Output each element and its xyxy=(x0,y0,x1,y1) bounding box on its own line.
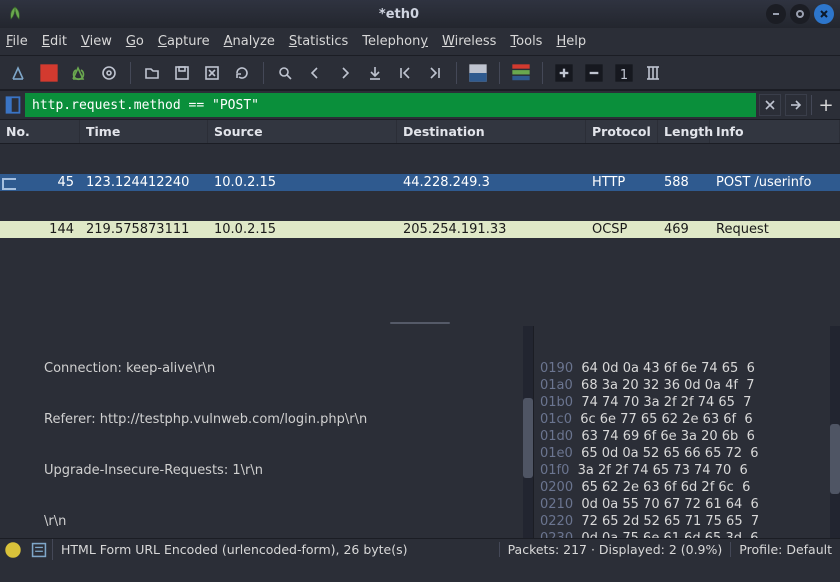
open-file-button[interactable] xyxy=(139,60,165,86)
hex-row[interactable]: 0210 0d 0a 55 70 67 72 61 64 6 xyxy=(540,496,840,513)
detail-line[interactable]: \r\n xyxy=(0,513,533,530)
menu-capture[interactable]: Capture xyxy=(158,34,210,49)
hex-row[interactable]: 01b0 74 74 70 3a 2f 2f 74 65 7 xyxy=(540,394,840,411)
go-to-packet-button[interactable] xyxy=(362,60,388,86)
zoom-out-button[interactable] xyxy=(581,60,607,86)
start-capture-button[interactable] xyxy=(6,60,32,86)
go-last-button[interactable] xyxy=(422,60,448,86)
menu-file[interactable]: File xyxy=(6,34,28,49)
hex-row[interactable]: 0230 0d 0a 75 6e 61 6d 65 3d 6 xyxy=(540,530,840,538)
menubar: File Edit View Go Capture Analyze Statis… xyxy=(0,28,840,56)
status-field-info: HTML Form URL Encoded (urlencoded-form),… xyxy=(52,539,416,560)
app-icon xyxy=(6,5,24,23)
hex-row[interactable]: 0200 65 62 2e 63 6f 6d 2f 6c 6 xyxy=(540,479,840,496)
hex-row[interactable]: 01c0 6c 6e 77 65 62 2e 63 6f 6 xyxy=(540,411,840,428)
detail-line[interactable]: Referer: http://testphp.vulnweb.com/logi… xyxy=(0,411,533,428)
reload-button[interactable] xyxy=(229,60,255,86)
hex-row[interactable]: 01f0 3a 2f 2f 74 65 73 74 70 6 xyxy=(540,462,840,479)
menu-edit[interactable]: Edit xyxy=(42,34,67,49)
display-filter-input[interactable] xyxy=(26,94,755,116)
status-profile[interactable]: Profile: Default xyxy=(730,542,840,557)
details-scrollbar[interactable] xyxy=(523,326,533,538)
add-filter-button[interactable]: + xyxy=(816,95,836,116)
maximize-button[interactable] xyxy=(790,4,810,24)
packet-row[interactable]: 45 123.124412240 10.0.2.15 44.228.249.3 … xyxy=(0,174,840,191)
go-back-button[interactable] xyxy=(302,60,328,86)
hex-row[interactable]: 0190 64 0d 0a 43 6f 6e 74 65 6 xyxy=(540,360,840,377)
col-info[interactable]: Info xyxy=(710,120,840,143)
packet-bytes-pane[interactable]: 0190 64 0d 0a 43 6f 6e 74 65 601a0 68 3a… xyxy=(534,326,840,538)
col-protocol[interactable]: Protocol xyxy=(586,120,658,143)
menu-telephony[interactable]: Telephony xyxy=(362,34,428,49)
find-button[interactable] xyxy=(272,60,298,86)
filter-bar: + xyxy=(0,90,840,120)
save-button[interactable] xyxy=(169,60,195,86)
capture-file-icon[interactable] xyxy=(30,541,48,559)
bookmark-icon[interactable] xyxy=(4,96,22,114)
auto-scroll-button[interactable] xyxy=(465,60,491,86)
filter-clear-button[interactable] xyxy=(759,94,781,116)
svg-text:1: 1 xyxy=(620,67,628,82)
minimize-button[interactable] xyxy=(766,4,786,24)
hex-row[interactable]: 01e0 65 0d 0a 52 65 66 65 72 6 xyxy=(540,445,840,462)
restart-capture-button[interactable] xyxy=(66,60,92,86)
col-destination[interactable]: Destination xyxy=(397,120,586,143)
hex-row[interactable]: 01a0 68 3a 20 32 36 0d 0a 4f 7 xyxy=(540,377,840,394)
col-time[interactable]: Time xyxy=(80,120,208,143)
menu-wireless[interactable]: Wireless xyxy=(442,34,496,49)
status-bar: HTML Form URL Encoded (urlencoded-form),… xyxy=(0,538,840,560)
hex-row[interactable]: 01d0 63 74 69 6f 6e 3a 20 6b 6 xyxy=(540,428,840,445)
col-no[interactable]: No. xyxy=(0,120,80,143)
capture-options-button[interactable] xyxy=(96,60,122,86)
go-first-button[interactable] xyxy=(392,60,418,86)
packet-list-body: 45 123.124412240 10.0.2.15 44.228.249.3 … xyxy=(0,144,840,268)
titlebar: *eth0 xyxy=(0,0,840,28)
menu-help[interactable]: Help xyxy=(556,34,586,49)
bytes-scrollbar[interactable] xyxy=(830,326,840,538)
toolbar: 1 xyxy=(0,56,840,90)
zoom-in-button[interactable] xyxy=(551,60,577,86)
expert-info-icon[interactable] xyxy=(4,541,22,559)
stop-capture-button[interactable] xyxy=(36,60,62,86)
packet-row[interactable]: 144 219.575873111 10.0.2.15 205.254.191.… xyxy=(0,221,840,238)
packet-details-pane[interactable]: Connection: keep-alive\r\n Referer: http… xyxy=(0,326,534,538)
detail-line[interactable]: Upgrade-Insecure-Requests: 1\r\n xyxy=(0,462,533,479)
lower-panes: Connection: keep-alive\r\n Referer: http… xyxy=(0,326,840,538)
packet-list: No. Time Source Destination Protocol Len… xyxy=(0,120,840,320)
close-file-button[interactable] xyxy=(199,60,225,86)
menu-go[interactable]: Go xyxy=(126,34,144,49)
menu-analyze[interactable]: Analyze xyxy=(224,34,275,49)
status-packet-count: Packets: 217 · Displayed: 2 (0.9%) xyxy=(499,542,731,557)
hex-row[interactable]: 0220 72 65 2d 52 65 71 75 65 7 xyxy=(540,513,840,530)
close-button[interactable] xyxy=(814,4,834,24)
colorize-button[interactable] xyxy=(508,60,534,86)
menu-statistics[interactable]: Statistics xyxy=(289,34,348,49)
col-length[interactable]: Length xyxy=(658,120,710,143)
go-forward-button[interactable] xyxy=(332,60,358,86)
filter-apply-button[interactable] xyxy=(785,94,807,116)
zoom-reset-button[interactable]: 1 xyxy=(611,60,637,86)
detail-line[interactable]: Connection: keep-alive\r\n xyxy=(0,360,533,377)
resize-columns-button[interactable] xyxy=(641,60,667,86)
menu-view[interactable]: View xyxy=(81,34,112,49)
col-source[interactable]: Source xyxy=(208,120,397,143)
packet-list-header: No. Time Source Destination Protocol Len… xyxy=(0,120,840,144)
menu-tools[interactable]: Tools xyxy=(510,34,542,49)
window-title: *eth0 xyxy=(32,7,766,22)
